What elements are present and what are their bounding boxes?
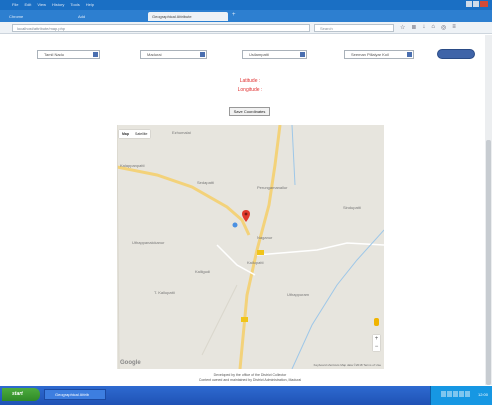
clock: 12:00 [477, 392, 488, 397]
place-label: Uthappuram [287, 292, 310, 297]
menu-item-file[interactable]: File [12, 2, 18, 9]
map-type-map[interactable]: Map [119, 130, 132, 138]
zoom-control[interactable]: + − [373, 335, 380, 351]
google-logo: Google [120, 360, 141, 366]
sync-icon[interactable]: ◎ [441, 24, 446, 31]
place-label: Sedapatti [197, 180, 214, 185]
taskbar-item-browser[interactable]: Geographical Attrib [44, 389, 106, 400]
tab-label: Chrome [9, 14, 24, 19]
tab-label: Geographical Attribute [152, 14, 192, 19]
menu-item-edit[interactable]: Edit [24, 2, 31, 9]
road-minor-south [201, 284, 238, 356]
district-select[interactable]: Madurai [140, 50, 207, 59]
menu-item-tools[interactable]: Tools [70, 2, 79, 9]
road-state-highway [117, 165, 251, 236]
road-minor [117, 125, 120, 369]
place-label: Kallupatti [247, 260, 264, 265]
toolbar-icons: ☆ ≣ ↓ ⌂ ◎ ≡ [400, 24, 456, 31]
bookmarks-icon[interactable]: ≣ [411, 24, 416, 31]
latitude-label: Latitude : [239, 78, 261, 84]
zoom-in-button[interactable]: + [373, 335, 380, 343]
state-select-value: Tamil Nadu [44, 52, 65, 57]
tray-icon[interactable] [447, 391, 452, 397]
tab-add[interactable]: Add [74, 12, 144, 21]
stream [291, 125, 296, 186]
start-button[interactable]: start [2, 388, 40, 401]
menu-item-history[interactable]: History [52, 2, 64, 9]
download-icon[interactable]: ↓ [422, 24, 425, 31]
window-controls [466, 1, 488, 7]
new-tab-button[interactable]: + [232, 12, 236, 18]
village-select[interactable]: Seeman Pillaiyar Koil [344, 50, 414, 59]
menu-bar: File Edit View History Tools Help [0, 2, 94, 9]
chevron-down-icon [200, 52, 205, 57]
road-north-south [238, 125, 282, 369]
village-select-value: Seeman Pillaiyar Koil [351, 52, 389, 57]
menu-item-view[interactable]: View [37, 2, 46, 9]
tray-icon[interactable] [465, 391, 470, 397]
street-view-icon[interactable] [374, 318, 379, 326]
block-select[interactable]: Usilampatti [242, 50, 307, 59]
chevron-down-icon [300, 52, 305, 57]
map-attribution[interactable]: Keyboard shortcuts Map data ©2018 Terms … [314, 363, 381, 367]
tray-icon[interactable] [459, 391, 464, 397]
road-minor-east [256, 242, 384, 256]
place-label: Ezhumalai [172, 130, 191, 135]
menu-icon[interactable]: ≡ [452, 24, 456, 31]
place-label: Kalappanpatti [120, 163, 145, 168]
maximize-button[interactable] [473, 1, 479, 7]
chevron-down-icon [93, 52, 98, 57]
footer-line-2: Content owned and maintained by District… [198, 378, 302, 382]
scrollbar-thumb[interactable] [486, 140, 491, 385]
tab-geographical-attribute[interactable]: Geographical Attribute [148, 12, 228, 21]
tray-icon[interactable] [441, 391, 446, 397]
search-input[interactable]: Search [314, 24, 394, 32]
save-coordinates-button[interactable]: Save Coordinates [229, 107, 270, 116]
place-label: Kalligudi [195, 269, 211, 274]
minimize-button[interactable] [466, 1, 472, 7]
map[interactable]: Map Satellite Ezhumalai Kalappanpatti Se… [117, 125, 384, 369]
tab-chrome[interactable]: Chrome [5, 12, 65, 21]
state-select[interactable]: Tamil Nadu [37, 50, 100, 59]
tray-icon[interactable] [453, 391, 458, 397]
tab-label: Add [78, 14, 86, 19]
district-select-value: Madurai [147, 52, 162, 57]
site-logo [437, 49, 475, 59]
zoom-out-button[interactable]: − [373, 343, 380, 351]
home-icon[interactable]: ⌂ [431, 24, 435, 31]
map-type-control: Map Satellite [119, 130, 151, 138]
block-select-value: Usilampatti [249, 52, 269, 57]
footer-line-1: Developed by the office of the District … [213, 373, 287, 377]
star-icon[interactable]: ☆ [400, 24, 405, 31]
longitude-label: Longitude : [237, 87, 263, 93]
place-label: T. Kallupatti [154, 290, 175, 295]
chevron-down-icon [407, 52, 412, 57]
place-label: Sindupatti [343, 205, 361, 210]
tray-icons [441, 391, 470, 397]
place-label: Uthappanaickanur [132, 240, 165, 245]
place-label: Perungamanallur [257, 185, 288, 190]
map-roads [117, 125, 384, 369]
map-type-satellite[interactable]: Satellite [132, 130, 150, 138]
place-label: Naganur [257, 235, 273, 240]
close-button[interactable] [480, 1, 488, 7]
address-bar[interactable]: localhost/attribute/map.php [12, 24, 310, 32]
menu-item-help[interactable]: Help [86, 2, 94, 9]
